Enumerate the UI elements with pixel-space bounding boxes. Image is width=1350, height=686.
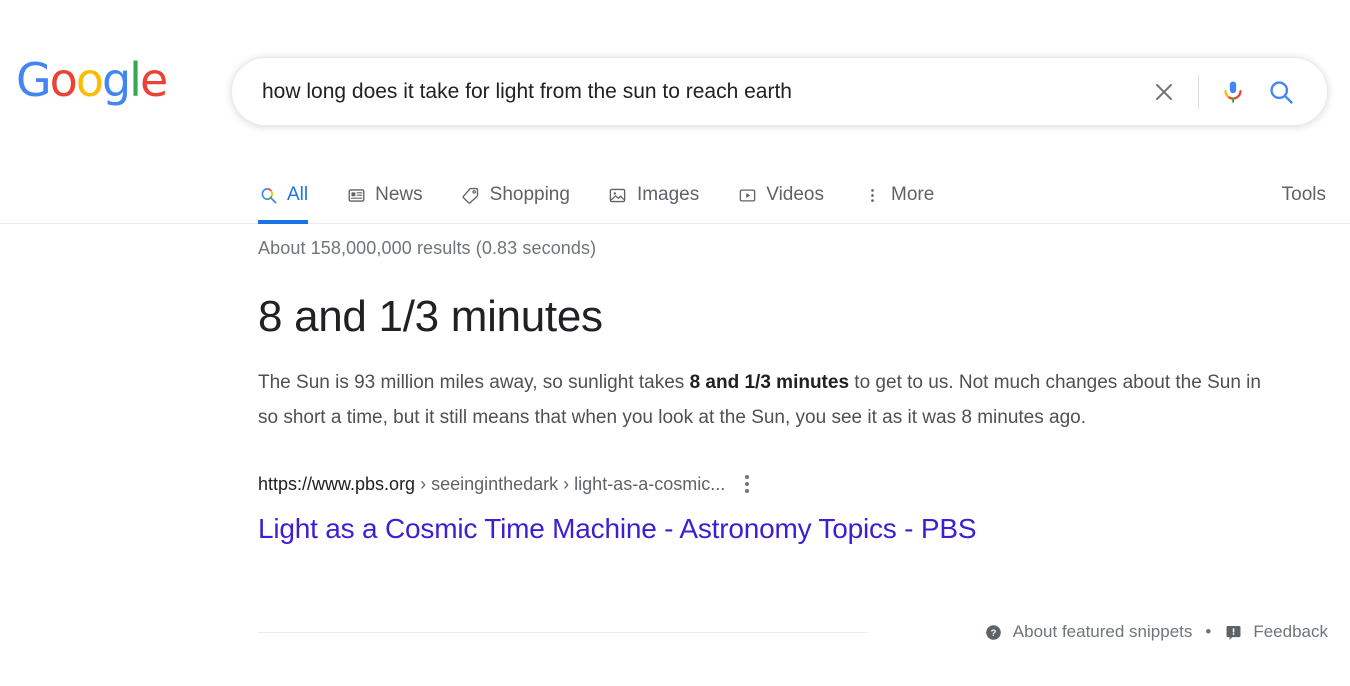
- nav-tabs: All News Shopping Images Videos More Too…: [258, 166, 1328, 224]
- result-url-row: https://www.pbs.org › seeinginthedark › …: [258, 471, 1288, 497]
- logo-letter-g2: g: [101, 53, 131, 107]
- search-nav: All News Shopping Images Videos More Too…: [0, 166, 1350, 226]
- feedback-label: Feedback: [1253, 622, 1328, 641]
- image-icon: [608, 185, 628, 205]
- feedback-icon: [1226, 625, 1241, 640]
- search-bar[interactable]: [231, 57, 1328, 126]
- search-divider: [1198, 74, 1199, 109]
- footer-separator: •: [1205, 622, 1212, 641]
- kebab-dot: [745, 475, 750, 479]
- tab-active-indicator: [258, 220, 309, 224]
- tab-more-label: More: [891, 184, 935, 205]
- tab-news-label: News: [375, 184, 423, 205]
- tab-more[interactable]: More: [862, 166, 934, 224]
- search-results: About 158,000,000 results (0.83 seconds)…: [258, 238, 1288, 547]
- tab-images-label: Images: [636, 184, 700, 205]
- url-domain: https://www.pbs.org: [258, 473, 416, 494]
- snippet-text-highlight: 8 and 1/3 minutes: [689, 372, 850, 393]
- search-actions: [1140, 68, 1327, 116]
- microphone-icon: [1224, 81, 1242, 102]
- tab-news[interactable]: News: [346, 166, 423, 224]
- google-logo[interactable]: Google: [16, 54, 216, 106]
- footer-divider: [258, 631, 868, 633]
- search-icon: [1270, 80, 1293, 104]
- news-icon: [346, 185, 366, 205]
- tab-shopping[interactable]: Shopping: [461, 166, 570, 224]
- featured-snippet-text: The Sun is 93 million miles away, so sun…: [258, 365, 1268, 435]
- logo-letter-o2: o: [75, 53, 104, 107]
- close-icon: [1155, 83, 1173, 100]
- about-featured-snippets-button[interactable]: ? About featured snippets: [984, 622, 1193, 642]
- tab-all[interactable]: All: [258, 166, 309, 224]
- result-url[interactable]: https://www.pbs.org › seeinginthedark › …: [258, 474, 725, 495]
- tab-all-label: All: [287, 184, 309, 205]
- clear-search-button[interactable]: [1140, 68, 1188, 116]
- feedback-button[interactable]: Feedback: [1224, 622, 1328, 642]
- logo-letter-e: e: [139, 53, 168, 107]
- url-crumb-1: › seeinginthedark: [415, 473, 559, 494]
- result-title-link[interactable]: Light as a Cosmic Time Machine - Astrono…: [258, 511, 977, 547]
- about-featured-snippets-label: About featured snippets: [1012, 622, 1193, 641]
- featured-snippet-answer: 8 and 1/3 minutes: [258, 292, 603, 341]
- result-stats: About 158,000,000 results (0.83 seconds): [258, 238, 597, 258]
- search-input[interactable]: [232, 71, 1140, 112]
- svg-text:?: ?: [990, 627, 996, 638]
- more-vertical-icon: [862, 185, 882, 205]
- help-circle-icon: ?: [986, 624, 1001, 640]
- kebab-dot: [745, 482, 750, 486]
- result-options-button[interactable]: [739, 471, 755, 497]
- kebab-dot: [745, 489, 750, 493]
- video-icon: [737, 185, 757, 205]
- search-icon: [258, 185, 278, 205]
- tag-icon: [461, 185, 481, 205]
- tab-images[interactable]: Images: [608, 166, 699, 224]
- url-crumb-2: › light-as-a-cosmic...: [558, 473, 726, 494]
- snippet-footer: ? About featured snippets • Feedback: [258, 622, 1328, 642]
- snippet-text-lead: The Sun is 93 million miles away, so sun…: [258, 372, 690, 393]
- voice-search-button[interactable]: [1209, 68, 1257, 116]
- search-submit-button[interactable]: [1257, 68, 1305, 116]
- logo-letter-l: l: [129, 53, 142, 107]
- logo-letter-o1: o: [49, 53, 78, 107]
- logo-letter-g: G: [16, 53, 52, 107]
- footer-links: ? About featured snippets • Feedback: [984, 622, 1328, 642]
- tab-shopping-label: Shopping: [489, 184, 570, 205]
- tools-button[interactable]: Tools: [1282, 184, 1328, 206]
- tab-videos-label: Videos: [766, 184, 825, 205]
- tab-videos[interactable]: Videos: [737, 166, 824, 224]
